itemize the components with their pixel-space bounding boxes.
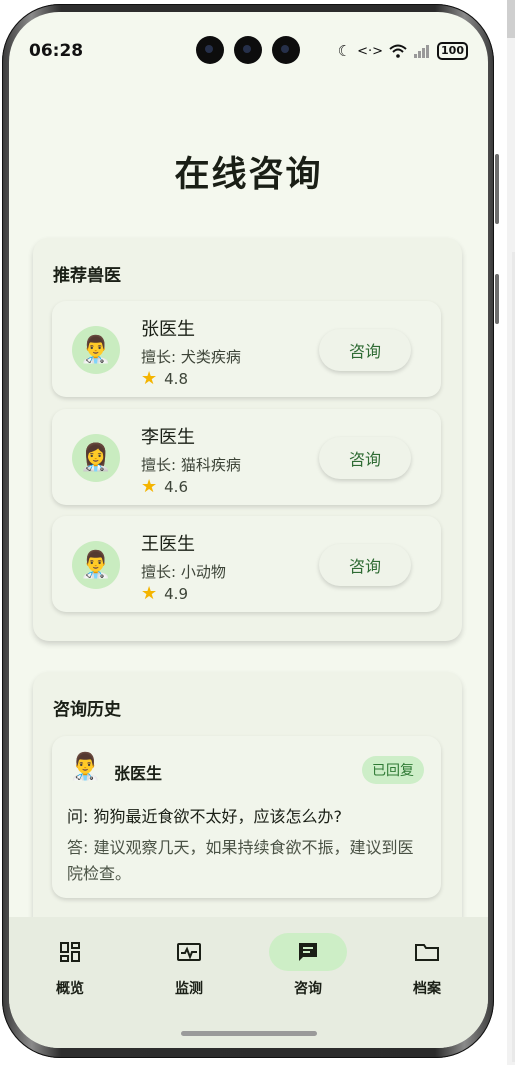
background-window-strip	[507, 0, 515, 1065]
history-question: 问: 狗狗最近食欲不太好，应该怎么办?	[67, 807, 342, 826]
history-doctor-name: 张医生	[114, 764, 163, 783]
nav-item-monitor[interactable]: 监测	[149, 933, 229, 1003]
background-window-tab	[507, 0, 515, 38]
vet-rating: ★ 4.8	[141, 368, 188, 389]
vet-name: 王医生	[141, 534, 195, 555]
consult-history-title: 咨询历史	[53, 700, 121, 720]
consult-button[interactable]: 咨询	[319, 437, 411, 479]
vet-item: 👨‍⚕️ 王医生 擅长: 小动物 ★ 4.9 咨询	[52, 516, 441, 612]
star-icon: ★	[141, 368, 158, 389]
front-camera-icon	[272, 36, 300, 64]
nav-item-records[interactable]: 档案	[387, 933, 467, 1003]
page-title: 在线咨询	[174, 155, 323, 195]
grid-icon	[60, 942, 80, 962]
nav-label: 档案	[413, 981, 441, 997]
home-indicator[interactable]	[181, 1031, 317, 1036]
vet-rating: ★ 4.6	[141, 476, 188, 497]
vet-item: 👩‍⚕️ 李医生 擅长: 猫科疾病 ★ 4.6 咨询	[52, 409, 441, 505]
bottom-nav: 概览 监测 咨询 档案	[9, 917, 488, 1048]
volume-button	[495, 154, 499, 224]
doctor-avatar-icon: 👨‍⚕️	[69, 752, 102, 782]
recommended-vets-title: 推荐兽医	[53, 266, 121, 286]
data-sync-icon: <·>	[357, 43, 384, 59]
battery-icon: 100	[437, 42, 468, 60]
consult-button[interactable]: 咨询	[319, 329, 411, 371]
recommended-vets-card: 推荐兽医 👨‍⚕️ 张医生 擅长: 犬类疾病 ★ 4.8 咨询 👩‍⚕️ 李医生…	[33, 238, 462, 641]
moon-icon: ☾	[337, 42, 352, 60]
app-screen: 06:28 ☾ <·> 100	[9, 12, 488, 1048]
vet-specialty: 擅长: 犬类疾病	[141, 348, 241, 366]
monitor-icon	[177, 943, 201, 961]
nav-label: 概览	[56, 981, 84, 997]
nav-item-consult[interactable]: 咨询	[268, 933, 348, 1003]
chat-icon	[299, 943, 317, 961]
vet-item: 👨‍⚕️ 张医生 擅长: 犬类疾病 ★ 4.8 咨询	[52, 301, 441, 397]
front-camera-icon	[234, 36, 262, 64]
folder-icon	[415, 944, 439, 961]
history-item[interactable]: 👨‍⚕️ 张医生 已回复 问: 狗狗最近食欲不太好，应该怎么办? 答: 建议观察…	[52, 736, 441, 898]
nav-label: 咨询	[294, 981, 322, 997]
phone-frame: 06:28 ☾ <·> 100	[2, 4, 499, 1058]
vet-rating: ★ 4.9	[141, 583, 188, 604]
rating-value: 4.9	[164, 585, 188, 603]
rating-value: 4.8	[164, 370, 188, 388]
doctor-avatar-icon: 👨‍⚕️	[72, 541, 120, 589]
status-bar: 06:28 ☾ <·> 100	[9, 12, 488, 72]
power-button	[495, 274, 499, 324]
star-icon: ★	[141, 583, 158, 604]
vet-name: 张医生	[141, 319, 195, 340]
vet-specialty: 擅长: 小动物	[141, 563, 226, 581]
doctor-avatar-icon: 👨‍⚕️	[72, 326, 120, 374]
history-answer: 答: 建议观察几天，如果持续食欲不振，建议到医院检查。	[67, 838, 414, 883]
star-icon: ★	[141, 476, 158, 497]
nav-label: 监测	[175, 981, 203, 997]
status-icons: ☾ <·> 100	[338, 42, 468, 60]
front-camera-icon	[196, 36, 224, 64]
consult-button[interactable]: 咨询	[319, 544, 411, 586]
status-badge: 已回复	[362, 756, 424, 784]
doctor-avatar-icon: 👩‍⚕️	[72, 434, 120, 482]
wifi-icon	[389, 44, 407, 58]
vet-name: 李医生	[141, 427, 195, 448]
vet-specialty: 擅长: 猫科疾病	[141, 456, 241, 474]
nav-item-overview[interactable]: 概览	[30, 933, 110, 1003]
rating-value: 4.6	[164, 478, 188, 496]
status-time: 06:28	[29, 41, 84, 61]
signal-icon	[414, 45, 430, 58]
